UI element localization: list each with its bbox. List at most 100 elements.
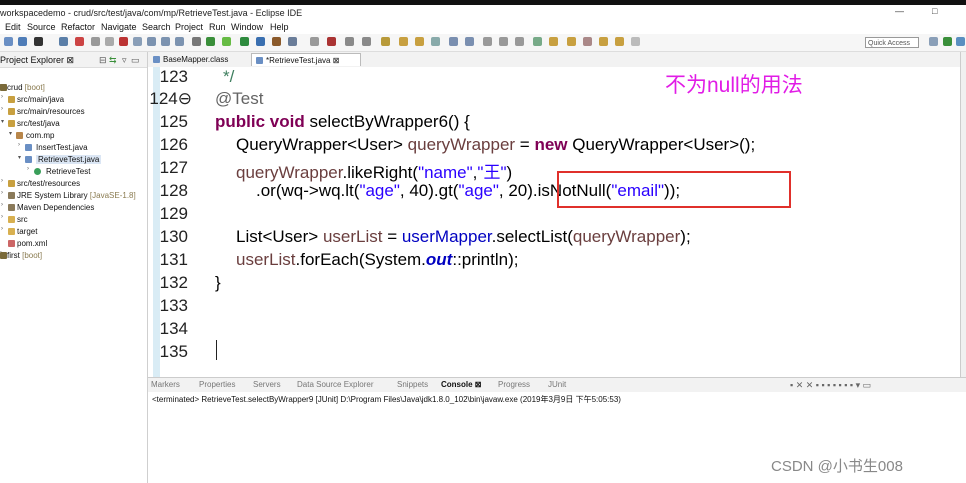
line-number: 125	[159, 112, 188, 131]
skip-breakpoints-icon[interactable]	[75, 37, 84, 46]
disconnect-icon[interactable]	[133, 37, 142, 46]
console-toolbar-icon[interactable]: ▪ ✕ ✕ ▪ ▪ ▪ ▪ ▪ ▪ ▪ ▾ ▭	[790, 380, 871, 391]
tab-console[interactable]: Console ⊠	[441, 380, 481, 389]
show-whitespace-icon[interactable]	[449, 37, 458, 46]
open-folder-icon[interactable]	[399, 37, 408, 46]
save-icon[interactable]	[18, 37, 27, 46]
maximize-button[interactable]: □	[932, 6, 937, 16]
minimize-button[interactable]: —	[895, 6, 904, 16]
terminate-icon[interactable]	[119, 37, 128, 46]
line-number: 133	[159, 296, 188, 315]
debug-icon[interactable]	[222, 37, 231, 46]
menu-navigate[interactable]: Navigate	[101, 22, 137, 32]
spring-boot-icon[interactable]	[206, 37, 215, 46]
console-terminated-line: <terminated> RetrieveTest.selectByWrappe…	[152, 395, 621, 404]
forward-icon[interactable]	[615, 37, 624, 46]
line-number: 132	[159, 273, 188, 292]
tab-retrievetest[interactable]: *RetrieveTest.java ⊠	[251, 53, 361, 66]
tab-progress[interactable]: Progress	[498, 380, 530, 389]
menu-help[interactable]: Help	[270, 22, 289, 32]
minimize-view-icon[interactable]: ▭	[131, 55, 140, 66]
menu-window[interactable]: Window	[231, 22, 263, 32]
menu-search[interactable]: Search	[142, 22, 171, 32]
new-interface-icon[interactable]	[327, 37, 336, 46]
code-line-126: QueryWrapper<User> queryWrapper = new Qu…	[236, 135, 756, 154]
history-back-icon[interactable]	[631, 37, 640, 46]
drop-frame-icon[interactable]	[192, 37, 201, 46]
tab-label: *RetrieveTest.java ⊠	[266, 56, 340, 65]
quick-access-field[interactable]: Quick Access	[865, 37, 919, 48]
explorer-title[interactable]: Project Explorer ⊠	[0, 55, 74, 66]
java-perspective-icon[interactable]	[943, 37, 952, 46]
open-task-icon[interactable]	[362, 37, 371, 46]
run-icon[interactable]	[240, 37, 249, 46]
menu-bar: Edit Source Refactor Navigate Search Pro…	[0, 21, 966, 34]
external-tools-icon[interactable]	[272, 37, 281, 46]
editor-vertical-scrollbar[interactable]	[960, 52, 966, 377]
terminal-icon[interactable]	[59, 37, 68, 46]
line-number: 135	[159, 342, 188, 361]
annotation-next-icon[interactable]	[483, 37, 492, 46]
tab-servers[interactable]: Servers	[253, 380, 281, 389]
tab-snippets[interactable]: Snippets	[397, 380, 428, 389]
tab-junit[interactable]: JUnit	[548, 380, 566, 389]
open-type-icon[interactable]	[345, 37, 354, 46]
toggle-block-icon[interactable]	[431, 37, 440, 46]
class-file-icon	[153, 56, 160, 63]
suspend-icon[interactable]	[105, 37, 114, 46]
new-package-icon[interactable]	[310, 37, 319, 46]
step-return-icon[interactable]	[175, 37, 184, 46]
code-editor[interactable]: 123 124⊖ 125 126 127 128 129 130 131 132…	[148, 67, 966, 377]
menu-run[interactable]: Run	[209, 22, 226, 32]
tab-basemapper[interactable]: BaseMapper.class	[149, 53, 249, 66]
annotation-text: 不为null的用法	[665, 74, 803, 97]
debug-perspective-icon[interactable]	[956, 37, 965, 46]
tab-label: BaseMapper.class	[163, 55, 229, 64]
code-line-124: @Test	[215, 89, 264, 108]
menu-project[interactable]: Project	[175, 22, 203, 32]
code-line-127: queryWrapper.likeRight("name","王")	[236, 163, 513, 182]
new-icon[interactable]	[4, 37, 13, 46]
new-class-icon[interactable]	[288, 37, 297, 46]
back-icon[interactable]	[599, 37, 608, 46]
tab-markers[interactable]: Markers	[151, 380, 180, 389]
line-number: 131	[159, 250, 188, 269]
collapse-all-icon[interactable]: ⊟	[99, 55, 107, 66]
prev-annotation-icon[interactable]	[583, 37, 592, 46]
watermark: CSDN @小书生008	[771, 458, 903, 475]
window-title: workspacedemo - crud/src/test/java/com/m…	[0, 8, 303, 18]
explorer-header: Project Explorer ⊠ ⊟ ⇆ ▿ ▭	[0, 52, 147, 68]
menu-refactor[interactable]: Refactor	[61, 22, 95, 32]
search-icon[interactable]	[381, 37, 390, 46]
last-edit-icon[interactable]	[549, 37, 558, 46]
format-icon[interactable]	[515, 37, 524, 46]
step-over-icon[interactable]	[161, 37, 170, 46]
pin-icon[interactable]	[465, 37, 474, 46]
annotation-prev-icon[interactable]	[499, 37, 508, 46]
window-title-bar: workspacedemo - crud/src/test/java/com/m…	[0, 5, 966, 21]
text-cursor	[216, 340, 217, 360]
line-number: 123	[159, 67, 188, 86]
code-line-132: }	[215, 273, 221, 292]
java-file-icon	[256, 57, 263, 64]
next-annotation-icon[interactable]	[567, 37, 576, 46]
editor-tab-bar: BaseMapper.class *RetrieveTest.java ⊠	[148, 52, 966, 68]
code-line-130: List<User> userList = userMapper.selectL…	[236, 227, 691, 246]
line-number: 130	[159, 227, 188, 246]
code-line-123: */	[223, 67, 235, 86]
line-number: 127	[159, 158, 188, 177]
resume-icon[interactable]	[91, 37, 100, 46]
tab-properties[interactable]: Properties	[199, 380, 235, 389]
step-into-icon[interactable]	[147, 37, 156, 46]
menu-source[interactable]: Source	[27, 22, 56, 32]
word-wrap-icon[interactable]	[533, 37, 542, 46]
menu-edit[interactable]: Edit	[5, 22, 21, 32]
code-line-131: userList.forEach(System.out::println);	[236, 250, 519, 269]
tab-data-source-explorer[interactable]: Data Source Explorer	[297, 380, 373, 389]
coverage-icon[interactable]	[256, 37, 265, 46]
print-icon[interactable]	[34, 37, 43, 46]
mark-occurrences-icon[interactable]	[415, 37, 424, 46]
open-perspective-icon[interactable]	[929, 37, 938, 46]
view-menu-icon[interactable]: ▿	[122, 55, 127, 66]
link-editor-icon[interactable]: ⇆	[109, 55, 117, 66]
